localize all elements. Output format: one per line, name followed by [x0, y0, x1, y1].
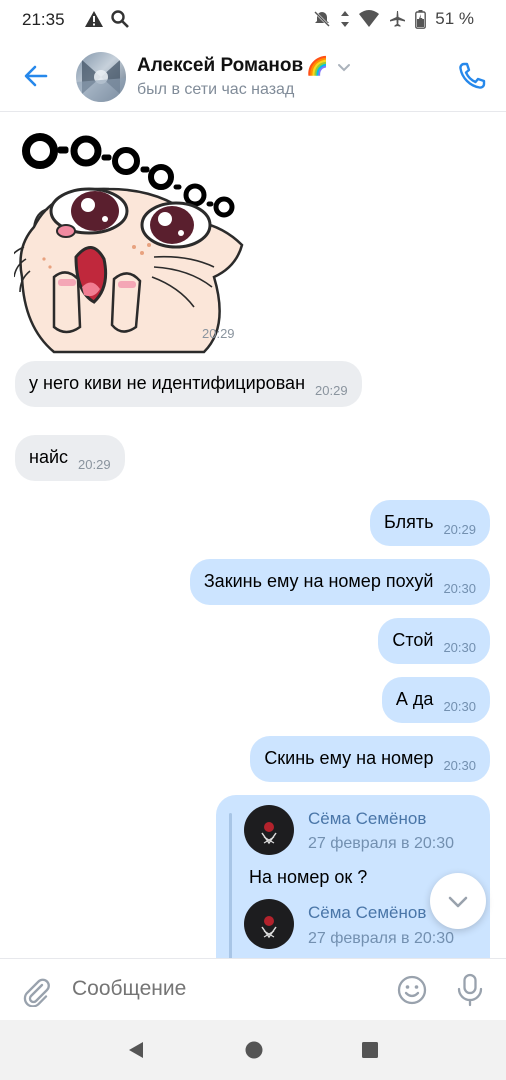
forwarded-author-name[interactable]: Сёма Семёнов	[308, 903, 426, 923]
incoming-message[interactable]: найс 20:29	[15, 435, 125, 481]
contact-name-row[interactable]: Алексей Романов 🌈	[137, 55, 351, 77]
chat-header: Алексей Романов 🌈 был в сети час назад	[0, 40, 506, 112]
chevron-down-icon[interactable]	[337, 63, 351, 73]
forwarded-author-avatar[interactable]	[244, 899, 294, 949]
forwarded-date: 27 февраля в 20:30	[308, 930, 455, 947]
outgoing-message[interactable]: Скинь ему на номер 20:30	[250, 736, 490, 782]
message-time: 20:29	[443, 522, 476, 537]
wifi-icon	[359, 10, 380, 27]
emoji-icon[interactable]	[396, 974, 428, 1006]
message-input[interactable]	[72, 977, 372, 1001]
forwarded-date: 27 февраля в 20:30	[308, 835, 455, 852]
forward-quote-bar	[229, 813, 232, 958]
cat-sticker-image	[7, 133, 244, 354]
message-time: 20:29	[78, 457, 111, 472]
system-nav-bar	[0, 1020, 506, 1080]
nav-home-icon[interactable]	[244, 1040, 264, 1060]
battery-level: 51 %	[435, 9, 474, 28]
message-text: Блять	[383, 512, 434, 532]
message-text: Стой	[392, 630, 434, 650]
forwarded-author-name[interactable]: Сёма Семёнов	[308, 809, 426, 829]
contact-name[interactable]: Алексей Романов	[137, 55, 303, 77]
message-text: Закинь ему на номер похуй	[203, 571, 434, 591]
message-text: у него киви не идентифицирован	[29, 373, 306, 393]
message-text: Скинь ему на номер	[264, 748, 434, 768]
chevron-down-icon	[448, 896, 468, 908]
airplane-mode-icon	[390, 11, 406, 27]
message-time: 20:29	[315, 383, 348, 398]
forwarded-text: На номер ок ?	[249, 867, 368, 887]
message-text: А да	[395, 689, 434, 709]
scroll-down-button[interactable]	[430, 873, 486, 929]
message-composer	[0, 958, 506, 1020]
outgoing-message[interactable]: Стой 20:30	[378, 618, 490, 664]
phone-call-icon[interactable]	[456, 60, 488, 92]
outgoing-message[interactable]: Закинь ему на номер похуй 20:30	[189, 559, 490, 605]
status-time: 21:35	[22, 10, 65, 29]
message-time: 20:30	[443, 640, 476, 655]
status-bar: 21:35 51 %	[0, 0, 506, 40]
avatar[interactable]	[76, 52, 126, 102]
message-list[interactable]: 20:29 у него киви не идентифицирован 20:2…	[0, 113, 506, 958]
warning-icon	[85, 11, 103, 27]
paperclip-icon[interactable]	[20, 975, 52, 1007]
sticker-time: 20:29	[202, 326, 235, 341]
microphone-icon[interactable]	[456, 973, 484, 1007]
sticker-message[interactable]	[7, 127, 250, 357]
battery-icon	[415, 9, 427, 29]
data-arrows-icon	[341, 11, 350, 27]
message-text: найс	[29, 447, 69, 467]
last-seen-status: был в сети час назад	[137, 81, 295, 98]
back-arrow-icon[interactable]	[22, 62, 50, 90]
message-time: 20:30	[443, 758, 476, 773]
rainbow-emoji: 🌈	[306, 55, 329, 76]
forwarded-author-avatar[interactable]	[244, 805, 294, 855]
search-icon	[111, 10, 129, 28]
nav-back-icon[interactable]	[126, 1040, 146, 1060]
outgoing-message[interactable]: А да 20:30	[381, 677, 490, 723]
incoming-message[interactable]: у него киви не идентифицирован 20:29	[15, 361, 362, 407]
mute-icon	[314, 11, 331, 27]
outgoing-message[interactable]: Блять 20:29	[369, 500, 490, 546]
nav-recents-icon[interactable]	[360, 1040, 380, 1060]
message-time: 20:30	[443, 699, 476, 714]
message-time: 20:30	[443, 581, 476, 596]
